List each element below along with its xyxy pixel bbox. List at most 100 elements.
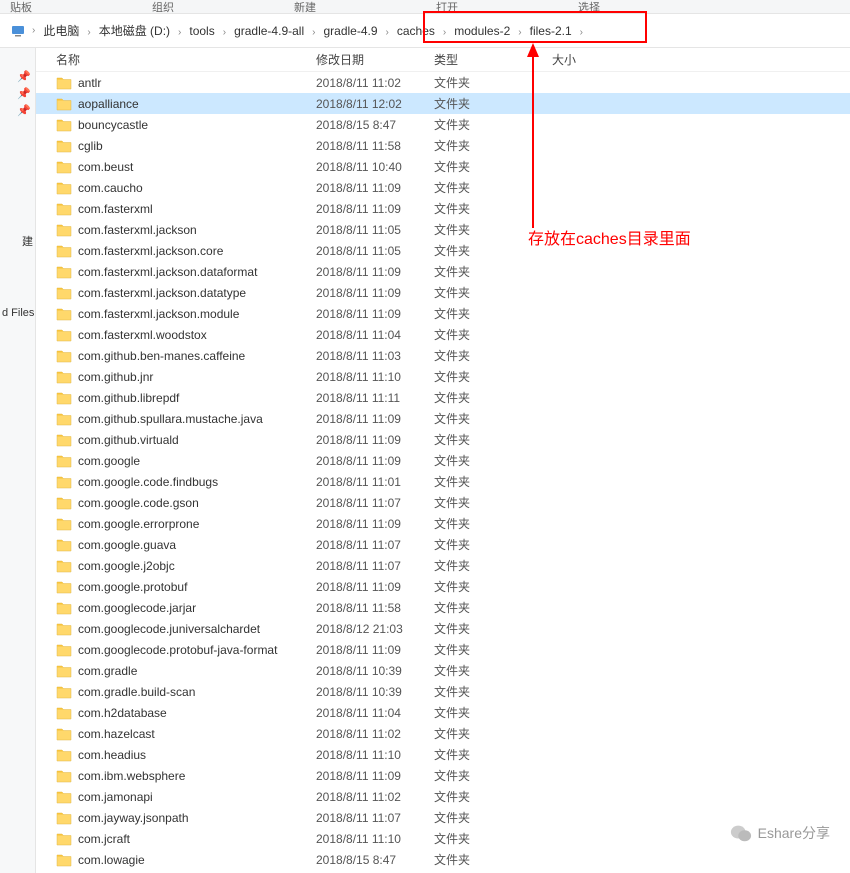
- columns-header[interactable]: 名称 修改日期 类型 大小: [36, 48, 850, 72]
- folder-icon: [56, 538, 72, 552]
- file-date: 2018/8/11 11:01: [316, 475, 434, 489]
- file-row[interactable]: com.google.guava2018/8/11 11:07文件夹: [36, 534, 850, 555]
- file-row[interactable]: com.fasterxml.jackson2018/8/11 11:05文件夹: [36, 219, 850, 240]
- file-type: 文件夹: [434, 137, 552, 154]
- file-row[interactable]: com.jayway.jsonpath2018/8/11 11:07文件夹: [36, 807, 850, 828]
- file-name: com.github.spullara.mustache.java: [78, 412, 316, 426]
- file-row[interactable]: com.github.spullara.mustache.java2018/8/…: [36, 408, 850, 429]
- file-row[interactable]: com.github.ben-manes.caffeine2018/8/11 1…: [36, 345, 850, 366]
- file-name: bouncycastle: [78, 118, 316, 132]
- file-row[interactable]: com.google.code.gson2018/8/11 11:07文件夹: [36, 492, 850, 513]
- file-row[interactable]: com.jamonapi2018/8/11 11:02文件夹: [36, 786, 850, 807]
- file-date: 2018/8/11 11:05: [316, 244, 434, 258]
- file-row[interactable]: com.ibm.websphere2018/8/11 11:09文件夹: [36, 765, 850, 786]
- breadcrumb-item[interactable]: files-2.1: [524, 24, 578, 38]
- file-row[interactable]: com.h2database2018/8/11 11:04文件夹: [36, 702, 850, 723]
- file-type: 文件夹: [434, 116, 552, 133]
- breadcrumb-item[interactable]: gradle-4.9-all: [228, 24, 310, 38]
- toolbar-new[interactable]: 新建: [294, 0, 316, 15]
- file-name: com.google.guava: [78, 538, 316, 552]
- column-header-date[interactable]: 修改日期: [316, 51, 434, 68]
- file-row[interactable]: com.caucho2018/8/11 11:09文件夹: [36, 177, 850, 198]
- file-name: com.gradle.build-scan: [78, 685, 316, 699]
- file-name: com.googlecode.juniversalchardet: [78, 622, 316, 636]
- nav-sidebar[interactable]: 📌 📌 📌 建 d Files: [0, 48, 36, 873]
- breadcrumb-item[interactable]: 此电脑: [37, 24, 85, 38]
- file-row[interactable]: com.googlecode.jarjar2018/8/11 11:58文件夹: [36, 597, 850, 618]
- file-row[interactable]: com.github.jnr2018/8/11 11:10文件夹: [36, 366, 850, 387]
- file-row[interactable]: com.headius2018/8/11 11:10文件夹: [36, 744, 850, 765]
- chevron-right-icon[interactable]: ›: [578, 27, 585, 38]
- folder-icon: [56, 496, 72, 510]
- chevron-right-icon[interactable]: ›: [516, 27, 523, 38]
- file-name: com.fasterxml.jackson: [78, 223, 316, 237]
- computer-icon[interactable]: [10, 23, 26, 39]
- file-name: com.google.code.findbugs: [78, 475, 316, 489]
- file-row[interactable]: com.lowagie2018/8/15 8:47文件夹: [36, 849, 850, 870]
- column-header-size[interactable]: 大小: [552, 51, 652, 68]
- breadcrumb-item[interactable]: caches: [391, 24, 441, 38]
- file-row[interactable]: com.google.errorprone2018/8/11 11:09文件夹: [36, 513, 850, 534]
- file-date: 2018/8/11 11:09: [316, 265, 434, 279]
- file-row[interactable]: bouncycastle2018/8/15 8:47文件夹: [36, 114, 850, 135]
- column-header-type[interactable]: 类型: [434, 51, 552, 68]
- chevron-right-icon[interactable]: ›: [85, 27, 92, 38]
- file-row[interactable]: cglib2018/8/11 11:58文件夹: [36, 135, 850, 156]
- file-row[interactable]: com.fasterxml.jackson.datatype2018/8/11 …: [36, 282, 850, 303]
- file-date: 2018/8/11 11:09: [316, 433, 434, 447]
- file-row[interactable]: com.fasterxml.jackson.dataformat2018/8/1…: [36, 261, 850, 282]
- file-name: cglib: [78, 139, 316, 153]
- breadcrumb-item[interactable]: tools: [183, 24, 220, 38]
- file-type: 文件夹: [434, 410, 552, 427]
- breadcrumb-item[interactable]: gradle-4.9: [317, 24, 383, 38]
- file-row[interactable]: com.github.virtuald2018/8/11 11:09文件夹: [36, 429, 850, 450]
- file-date: 2018/8/11 11:09: [316, 769, 434, 783]
- toolbar-top: 贴板 组织 新建 打开 选择: [0, 0, 850, 14]
- sidebar-item-label[interactable]: d Files: [0, 303, 35, 323]
- file-date: 2018/8/11 11:11: [316, 391, 434, 405]
- file-name: com.beust: [78, 160, 316, 174]
- file-row[interactable]: com.fasterxml.jackson.core2018/8/11 11:0…: [36, 240, 850, 261]
- breadcrumb-item[interactable]: 本地磁盘 (D:): [93, 24, 176, 38]
- file-row[interactable]: com.jcraft2018/8/11 11:10文件夹: [36, 828, 850, 849]
- file-date: 2018/8/11 10:39: [316, 685, 434, 699]
- breadcrumb-item[interactable]: modules-2: [448, 24, 516, 38]
- file-type: 文件夹: [434, 683, 552, 700]
- pin-icon[interactable]: 📌: [0, 85, 35, 102]
- file-row[interactable]: com.fasterxml.woodstox2018/8/11 11:04文件夹: [36, 324, 850, 345]
- folder-icon: [56, 664, 72, 678]
- file-row[interactable]: com.gradle.build-scan2018/8/11 10:39文件夹: [36, 681, 850, 702]
- pin-icon[interactable]: 📌: [0, 68, 35, 85]
- pin-icon[interactable]: 📌: [0, 102, 35, 119]
- sidebar-item-label[interactable]: 建: [0, 229, 35, 253]
- chevron-right-icon[interactable]: ›: [221, 27, 228, 38]
- file-row[interactable]: com.github.librepdf2018/8/11 11:11文件夹: [36, 387, 850, 408]
- file-type: 文件夹: [434, 326, 552, 343]
- chevron-right-icon[interactable]: ›: [30, 25, 37, 36]
- file-list[interactable]: antlr2018/8/11 11:02文件夹aopalliance2018/8…: [36, 72, 850, 870]
- file-row[interactable]: aopalliance2018/8/11 12:02文件夹: [36, 93, 850, 114]
- file-row[interactable]: com.google.protobuf2018/8/11 11:09文件夹: [36, 576, 850, 597]
- toolbar-organize[interactable]: 组织: [152, 0, 174, 15]
- file-row[interactable]: com.google.code.findbugs2018/8/11 11:01文…: [36, 471, 850, 492]
- file-row[interactable]: com.googlecode.juniversalchardet2018/8/1…: [36, 618, 850, 639]
- file-row[interactable]: com.google2018/8/11 11:09文件夹: [36, 450, 850, 471]
- file-row[interactable]: antlr2018/8/11 11:02文件夹: [36, 72, 850, 93]
- file-row[interactable]: com.beust2018/8/11 10:40文件夹: [36, 156, 850, 177]
- file-date: 2018/8/11 11:09: [316, 307, 434, 321]
- file-row[interactable]: com.gradle2018/8/11 10:39文件夹: [36, 660, 850, 681]
- column-header-name[interactable]: 名称: [56, 51, 316, 68]
- folder-icon: [56, 76, 72, 90]
- toolbar-open[interactable]: 打开: [436, 0, 458, 15]
- chevron-right-icon[interactable]: ›: [384, 27, 391, 38]
- file-row[interactable]: com.google.j2objc2018/8/11 11:07文件夹: [36, 555, 850, 576]
- file-row[interactable]: com.googlecode.protobuf-java-format2018/…: [36, 639, 850, 660]
- file-date: 2018/8/11 11:09: [316, 286, 434, 300]
- file-row[interactable]: com.fasterxml.jackson.module2018/8/11 11…: [36, 303, 850, 324]
- toolbar-paste[interactable]: 贴板: [10, 0, 32, 15]
- file-row[interactable]: com.hazelcast2018/8/11 11:02文件夹: [36, 723, 850, 744]
- toolbar-select[interactable]: 选择: [578, 0, 600, 15]
- file-row[interactable]: com.fasterxml2018/8/11 11:09文件夹: [36, 198, 850, 219]
- folder-icon: [56, 601, 72, 615]
- breadcrumb[interactable]: › 此电脑›本地磁盘 (D:)›tools›gradle-4.9-all›gra…: [0, 14, 850, 48]
